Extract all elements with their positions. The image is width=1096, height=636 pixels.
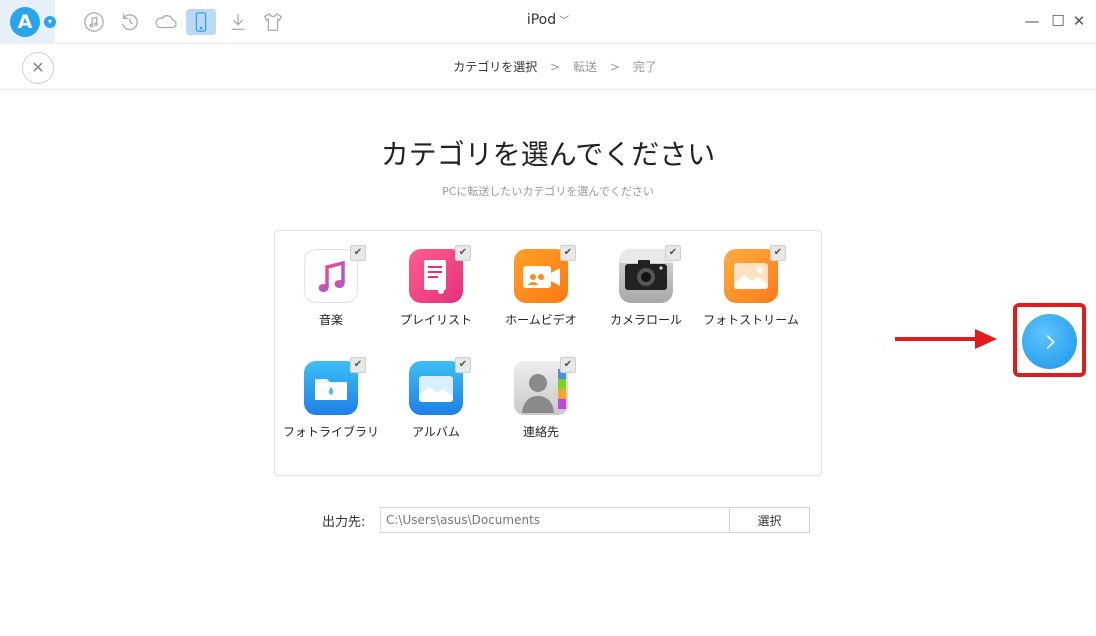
breadcrumb: カテゴリを選択 > 転送 > 完了 bbox=[440, 58, 670, 75]
category-label: カメラロール bbox=[609, 313, 682, 327]
page-subtitle: PCに転送したいカテゴリを選んでください bbox=[442, 185, 654, 198]
category-label: プレイリスト bbox=[399, 313, 472, 327]
chevron-right-icon bbox=[1046, 334, 1055, 349]
output-path-input[interactable] bbox=[380, 507, 730, 533]
annotation-arrow-head bbox=[975, 329, 997, 349]
title-bar: A ▾ iPod ﹀ — ☐ ✕ bbox=[0, 0, 1096, 44]
category-label: 音楽 bbox=[318, 313, 343, 327]
app-logo-icon[interactable]: A bbox=[10, 7, 40, 37]
annotation-arrow bbox=[895, 337, 977, 341]
cloud-icon[interactable] bbox=[152, 10, 180, 34]
category-photo-library[interactable]: ✔ フォトライブラリ bbox=[280, 357, 380, 453]
category-label: フォトストリーム bbox=[703, 313, 799, 327]
tshirt-icon[interactable] bbox=[261, 10, 285, 34]
category-checkbox[interactable]: ✔ bbox=[560, 357, 576, 373]
category-checkbox[interactable]: ✔ bbox=[665, 245, 681, 261]
music-icon[interactable] bbox=[82, 10, 106, 34]
category-label: 連絡先 bbox=[522, 425, 559, 439]
category-photo-stream[interactable]: ✔ フォトストリーム bbox=[700, 245, 800, 341]
device-selector[interactable]: iPod ﹀ bbox=[500, 12, 596, 28]
page-title: カテゴリを選んでください bbox=[380, 138, 716, 171]
category-music[interactable]: ✔ 音楽 bbox=[280, 245, 380, 341]
category-label: アルバム bbox=[412, 425, 460, 439]
next-button[interactable] bbox=[1022, 314, 1077, 369]
output-label: 出力先: bbox=[322, 515, 366, 530]
maximize-icon[interactable]: ☐ bbox=[1048, 11, 1068, 31]
step-separator: > bbox=[609, 60, 620, 74]
category-playlist[interactable]: ✔ プレイリスト bbox=[385, 245, 485, 341]
minimize-icon[interactable]: — bbox=[1022, 11, 1042, 31]
chevron-down-icon: ﹀ bbox=[559, 16, 570, 27]
category-checkbox[interactable]: ✔ bbox=[770, 245, 786, 261]
step-complete: 完了 bbox=[632, 60, 657, 74]
app-logo-area[interactable]: A ▾ bbox=[0, 0, 56, 44]
category-album[interactable]: ✔ アルバム bbox=[385, 357, 485, 453]
step-bar: ✕ カテゴリを選択 > 転送 > 完了 bbox=[0, 44, 1096, 90]
category-home-video[interactable]: ✔ ホームビデオ bbox=[490, 245, 590, 341]
step-separator: > bbox=[550, 60, 561, 74]
app-window: A ▾ iPod ﹀ — ☐ ✕ ✕ カテゴリを選択 > 転送 > 完了 カテゴ… bbox=[0, 0, 1096, 636]
category-panel: ✔ 音楽 ✔ プレイリスト ✔ ホームビデオ ✔ カメラロール ✔ フォトストリ… bbox=[274, 230, 822, 476]
close-window-icon[interactable]: ✕ bbox=[1069, 11, 1089, 31]
category-checkbox[interactable]: ✔ bbox=[350, 245, 366, 261]
browse-button[interactable]: 選択 bbox=[729, 507, 810, 533]
close-button[interactable]: ✕ bbox=[22, 52, 54, 84]
category-checkbox[interactable]: ✔ bbox=[455, 357, 471, 373]
restore-icon[interactable] bbox=[118, 10, 142, 34]
logo-menu-caret-icon[interactable]: ▾ bbox=[44, 16, 56, 28]
category-contacts[interactable]: ✔ 連絡先 bbox=[490, 357, 590, 453]
category-camera-roll[interactable]: ✔ カメラロール bbox=[595, 245, 695, 341]
download-icon[interactable] bbox=[226, 10, 250, 34]
step-select-category: カテゴリを選択 bbox=[453, 60, 538, 74]
category-checkbox[interactable]: ✔ bbox=[560, 245, 576, 261]
device-icon[interactable] bbox=[186, 9, 216, 35]
step-transfer: 転送 bbox=[572, 60, 597, 74]
category-checkbox[interactable]: ✔ bbox=[350, 357, 366, 373]
category-label: ホームビデオ bbox=[505, 313, 577, 327]
category-checkbox[interactable]: ✔ bbox=[455, 245, 471, 261]
device-name: iPod bbox=[526, 12, 557, 28]
category-label: フォトライブラリ bbox=[282, 425, 379, 439]
